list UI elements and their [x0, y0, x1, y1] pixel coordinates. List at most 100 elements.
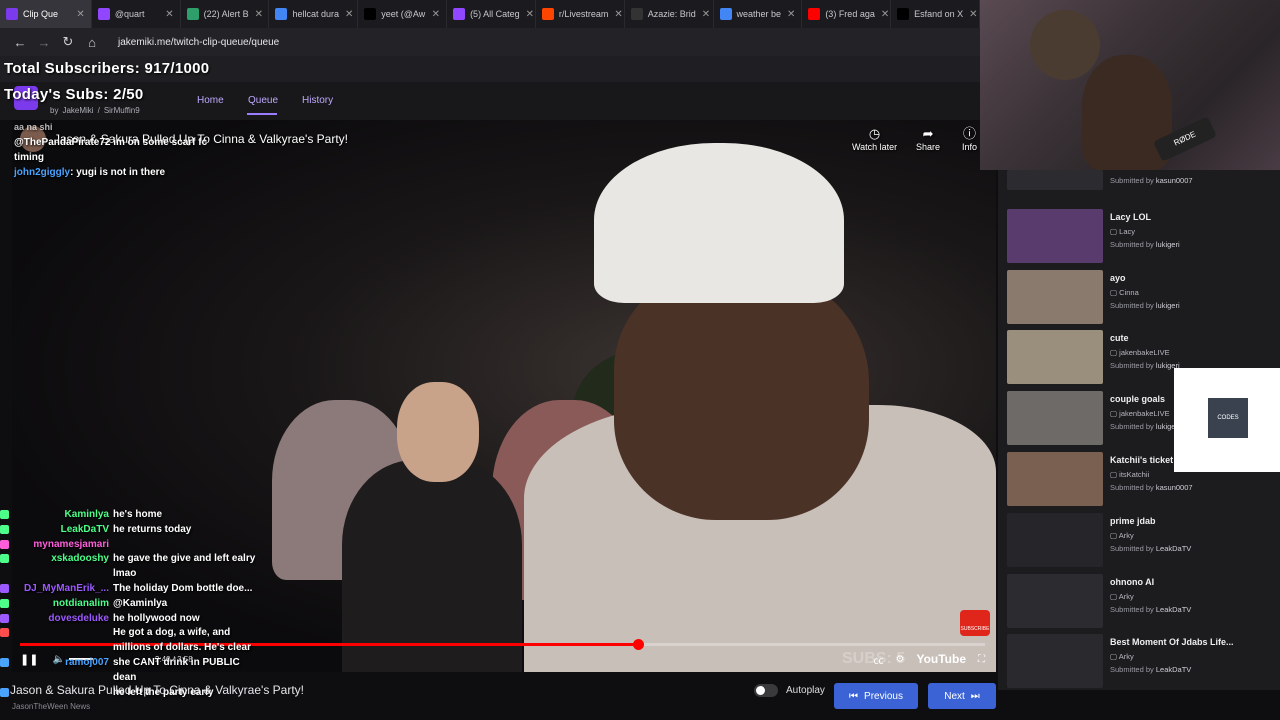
queue-submitter: Submitted by LeakDaTV — [1110, 605, 1191, 614]
queue-channel: ▢ Arky — [1110, 531, 1134, 540]
tab-close-icon[interactable]: ✕ — [696, 9, 710, 20]
chat-username[interactable]: notdianalim — [13, 597, 109, 612]
reload-icon[interactable]: ↻ — [56, 34, 80, 50]
browser-tab[interactable]: Azazie: Brid ✕ — [625, 0, 714, 28]
queue-submitter: Submitted by kasun0007 — [1110, 176, 1193, 185]
queue-submitter: Submitted by lukigeri — [1110, 301, 1180, 310]
queue-thumbnail[interactable] — [1007, 391, 1103, 446]
progress-scrubber[interactable] — [632, 639, 644, 650]
tab-close-icon[interactable]: ✕ — [249, 9, 263, 20]
captions-icon[interactable]: ㏄ — [873, 652, 883, 667]
back-icon[interactable]: ← — [8, 35, 32, 50]
url-field[interactable]: jakemiki.me/twitch-clip-queue/queue — [118, 37, 279, 48]
chat-message: mynamesjamari — [0, 538, 260, 553]
tab-close-icon[interactable]: ✕ — [426, 9, 440, 20]
browser-tab[interactable]: Clip Que ✕ — [0, 0, 92, 28]
queue-channel-name: Arky — [1118, 652, 1134, 662]
next-button[interactable]: Next ⏭ — [928, 683, 996, 709]
queue-item[interactable]: ayo ▢ Cinna Submitted by lukigeri — [998, 268, 1280, 326]
tab-label: Azazie: Brid — [647, 9, 696, 19]
chat-username[interactable]: DJ_MyManErik_... — [13, 582, 109, 597]
queue-thumbnail[interactable] — [1007, 170, 1103, 190]
queue-title[interactable]: Katchii's ticket — [1110, 455, 1173, 465]
chat-username[interactable]: john2giggly — [14, 167, 70, 178]
tab-close-icon[interactable]: ✕ — [963, 9, 977, 20]
browser-tab[interactable]: r/Livestream ✕ — [536, 0, 625, 28]
queue-thumbnail[interactable] — [1007, 208, 1103, 263]
queue-thumbnail[interactable] — [1007, 330, 1103, 385]
nav-queue[interactable]: Queue — [248, 95, 278, 106]
tab-label: (22) Alert B — [203, 9, 249, 19]
chat-username[interactable] — [13, 626, 109, 656]
browser-tab-strip: Clip Que ✕ @quart ✕ (22) Alert B ✕ hellcat dur… — [0, 0, 980, 28]
queue-title[interactable]: ohnono AI — [1110, 577, 1154, 587]
tab-close-icon[interactable]: ✕ — [159, 9, 173, 20]
fullscreen-icon[interactable]: ⛶ — [978, 654, 985, 665]
author-sirmuffin[interactable]: SirMuffin9 — [104, 106, 140, 115]
watch-later-button[interactable]: ◷ Watch later — [852, 126, 897, 152]
chat-username[interactable]: ramoj007 — [13, 656, 109, 686]
queue-channel-name: itsKatchii — [1119, 470, 1150, 479]
clip-title: Jason & Sakura Pulled Up To Cinna & Valk… — [10, 683, 304, 697]
chat-username[interactable]: xskadooshy — [13, 552, 109, 582]
queue-item[interactable]: Lacy LOL ▢ Lacy Submitted by lukigeri — [998, 207, 1280, 265]
tab-close-icon[interactable]: ✕ — [70, 9, 84, 20]
queue-title[interactable]: Best Moment Of Jdabs Life... — [1110, 637, 1234, 647]
clip-channel[interactable]: JasonTheWeen News — [12, 702, 90, 711]
tab-close-icon[interactable]: ✕ — [339, 9, 353, 20]
queue-item[interactable]: prime jdab ▢ Arky Submitted by LeakDaTV — [998, 511, 1280, 569]
browser-tab[interactable]: (5) All Categ ✕ — [447, 0, 536, 28]
chat-username[interactable]: Kaminlya — [13, 508, 109, 523]
queue-title[interactable]: ayo — [1110, 273, 1126, 283]
chat-text: he hollywood now — [113, 612, 200, 624]
tab-close-icon[interactable]: ✕ — [608, 9, 622, 20]
skip-back-icon: ⏮ — [849, 690, 859, 702]
previous-button[interactable]: ⏮ Previous — [834, 683, 918, 709]
queue-thumbnail[interactable] — [1007, 512, 1103, 567]
queue-title[interactable]: couple goals — [1110, 394, 1165, 404]
chat-username[interactable]: LeakDaTV — [13, 523, 109, 538]
tab-close-icon[interactable]: ✕ — [520, 9, 534, 20]
tab-close-icon[interactable]: ✕ — [781, 9, 795, 20]
queue-thumbnail[interactable] — [1007, 634, 1103, 689]
youtube-logo[interactable]: YouTube — [916, 652, 966, 666]
queue-thumbnail[interactable] — [1007, 269, 1103, 324]
browser-tab[interactable]: (3) Fred aga ✕ — [802, 0, 892, 28]
share-button[interactable]: ➦ Share — [916, 126, 940, 152]
queue-item[interactable]: Best Moment Of Jdabs Life... ▢ Arky Submit… — [998, 632, 1280, 690]
queue-thumbnail[interactable] — [1007, 573, 1103, 628]
queue-title[interactable]: Lacy LOL — [1110, 212, 1151, 222]
browser-tab[interactable]: yeet (@Aw ✕ — [358, 0, 448, 28]
submitter-name: LeakDaTV — [1155, 604, 1192, 614]
autoplay-control[interactable]: Autoplay — [754, 684, 825, 697]
tab-favicon-icon — [275, 8, 288, 20]
browser-tab[interactable]: weather be ✕ — [714, 0, 803, 28]
home-icon[interactable]: ⌂ — [80, 35, 104, 50]
person-face — [397, 382, 479, 482]
queue-channel: ▢ Lacy — [1110, 227, 1135, 236]
tab-close-icon[interactable]: ✕ — [875, 9, 889, 20]
chat-username[interactable]: dovesdeluke — [13, 612, 109, 627]
queue-channel: ▢ itsKatchii — [1110, 470, 1149, 479]
author-jakemiki[interactable]: JakeMiki — [62, 106, 93, 115]
settings-icon[interactable]: ⚙ — [895, 654, 904, 665]
queue-title[interactable]: prime jdab — [1110, 516, 1156, 526]
browser-tab[interactable]: Esfand on X ✕ — [891, 0, 980, 28]
submitted-prefix: Submitted by — [1110, 361, 1154, 371]
browser-tab[interactable]: (22) Alert B ✕ — [181, 0, 270, 28]
autoplay-toggle[interactable] — [754, 684, 778, 697]
browser-tab[interactable]: hellcat dura ✕ — [269, 0, 359, 28]
subscribe-badge[interactable]: SUBSCRIBE — [960, 610, 990, 636]
nav-home[interactable]: Home — [197, 95, 224, 106]
chat-message: @ThePandaPirate72 im on some scarf fc ti… — [14, 135, 224, 165]
queue-title[interactable]: cute — [1110, 333, 1129, 343]
browser-tab[interactable]: @quart ✕ — [92, 0, 181, 28]
today-subs-overlay: Today's Subs: 2/50 — [4, 86, 144, 103]
chat-username[interactable]: mynamesjamari — [13, 538, 109, 553]
queue-channel: ▢ jakenbakeLIVE — [1110, 409, 1170, 418]
queue-item[interactable]: ohnono AI ▢ Arky Submitted by LeakDaTV — [998, 572, 1280, 630]
forward-icon[interactable]: → — [32, 35, 56, 50]
info-button[interactable]: ⓘ Info — [962, 126, 977, 152]
queue-thumbnail[interactable] — [1007, 452, 1103, 506]
nav-history[interactable]: History — [302, 95, 333, 106]
